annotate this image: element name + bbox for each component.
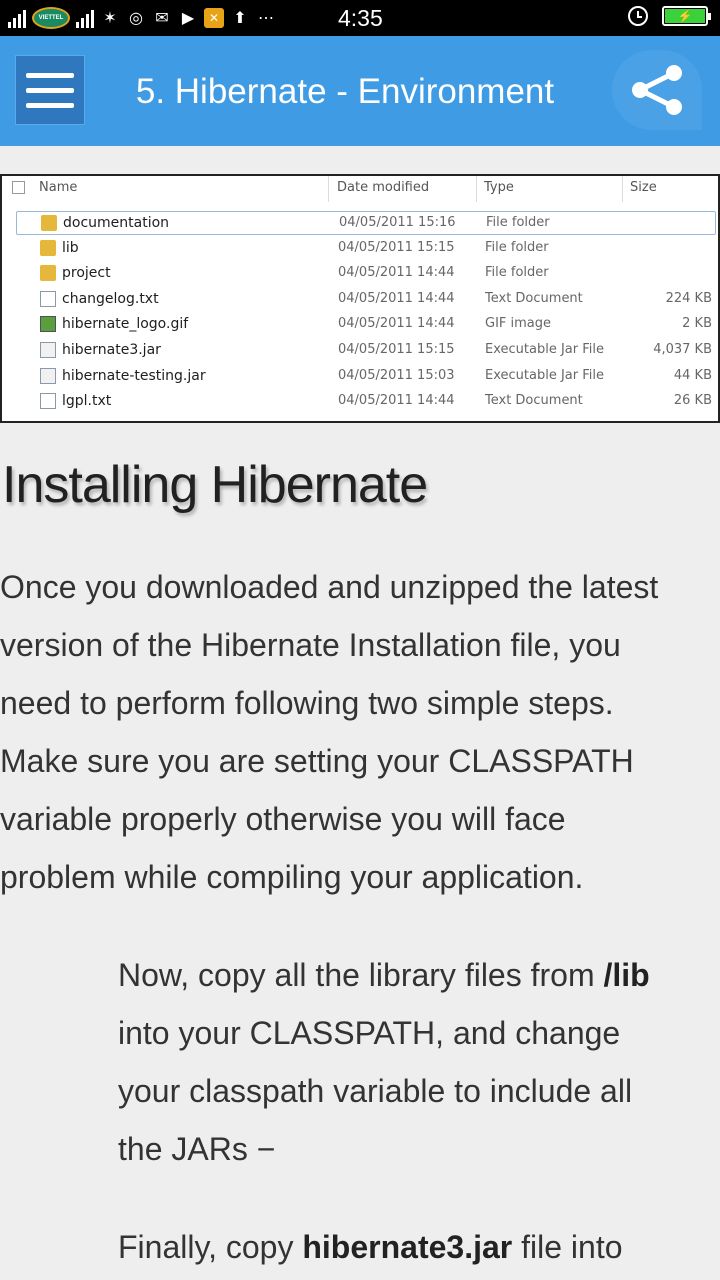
file-row: hibernate-testing.jar 04/05/2011 15:03 Exe… <box>16 365 716 389</box>
status-right-icons: ⚡ <box>628 6 711 26</box>
file-name: project <box>62 265 111 282</box>
file-date: 04/05/2011 15:03 <box>338 367 455 383</box>
paragraph-line: problem while compiling your application… <box>0 859 584 895</box>
file-size: 2 KB <box>682 316 712 332</box>
file-row: lgpl.txt 04/05/2011 14:44 Text Document 26 … <box>16 390 716 414</box>
alarm-icon <box>628 6 648 26</box>
carrier-label: VIETTEL <box>38 15 64 21</box>
share-button[interactable] <box>612 50 702 130</box>
signal-icon <box>8 8 26 28</box>
upload-icon: ⬆ <box>233 10 247 27</box>
step-one: Now, copy all the library files from /li… <box>118 946 718 1178</box>
step-two-text: file into <box>512 1229 623 1265</box>
file-type: Executable Jar File <box>485 342 604 357</box>
paragraph-line: version of the Hibernate Installation fi… <box>0 627 621 663</box>
file-type: Text Document <box>485 393 583 409</box>
file-name: hibernate3.jar <box>62 342 161 358</box>
step-one-line: the JARs − <box>118 1131 276 1167</box>
column-size: Size <box>630 180 657 195</box>
intro-paragraph: Once you downloaded and unzipped the lat… <box>0 558 720 906</box>
file-size: 44 KB <box>673 367 712 383</box>
share-icon <box>632 65 682 115</box>
file-name: hibernate_logo.gif <box>62 316 189 333</box>
file-name: lib <box>62 239 79 256</box>
file-name: hibernate-testing.jar <box>62 367 206 384</box>
paragraph-line: Make sure you are setting your CLASSPATH <box>0 743 634 779</box>
network-icon: ✶ <box>103 10 117 27</box>
section-heading: Installing Hibernate <box>2 456 428 514</box>
signal-2-icon <box>76 8 94 28</box>
file-row: project 04/05/2011 14:44 File folder <box>16 262 716 286</box>
step-one-line: into your CLASSPATH, and change <box>118 1015 621 1051</box>
instagram-icon: ◎ <box>129 10 143 27</box>
file-explorer-image: Name Date modified Type Size documentati… <box>0 174 720 423</box>
file-date: 04/05/2011 15:16 <box>339 215 456 230</box>
file-type: Executable Jar File <box>485 367 604 383</box>
file-date: 04/05/2011 15:15 <box>338 342 455 357</box>
folder-icon <box>40 239 56 256</box>
lib-path: /lib <box>603 957 650 993</box>
file-name: lgpl.txt <box>62 393 112 410</box>
hamburger-menu-icon-bar <box>26 87 74 93</box>
file-date: 04/05/2011 14:44 <box>338 316 455 332</box>
mail-icon: ✉ <box>155 10 169 27</box>
hamburger-menu-icon-bar <box>26 102 74 108</box>
doc-icon <box>40 290 56 307</box>
step-two-text: Finally, copy <box>118 1229 303 1265</box>
paragraph-line: need to perform following two simple ste… <box>0 685 614 721</box>
file-type: File folder <box>485 239 549 255</box>
file-row: hibernate_logo.gif 04/05/2011 14:44 GIF im… <box>16 313 716 337</box>
folder-icon <box>41 215 57 231</box>
file-name: changelog.txt <box>62 290 159 307</box>
status-time: 4:35 <box>338 5 383 31</box>
file-date: 04/05/2011 15:15 <box>338 239 455 255</box>
jar-filename: hibernate3.jar <box>302 1229 513 1265</box>
more-icon: ⋯ <box>258 10 274 27</box>
file-type: Text Document <box>485 290 583 306</box>
app-bar: 5. Hibernate - Environment <box>0 36 720 146</box>
file-size: 224 KB <box>665 290 712 306</box>
battery-charging-icon: ⚡ <box>665 9 705 23</box>
app-notification-icon: ✕ <box>204 8 224 28</box>
step-one-line: Now, copy all the library files from /li… <box>118 946 718 1004</box>
file-date: 04/05/2011 14:44 <box>338 265 455 281</box>
file-date: 04/05/2011 14:44 <box>338 393 455 409</box>
doc-icon <box>40 393 56 410</box>
file-name: documentation <box>63 215 170 231</box>
step-two: Finally, copy hibernate3.jar file into <box>118 1218 718 1276</box>
explorer-header: Name Date modified Type Size <box>2 176 718 202</box>
file-row: lib 04/05/2011 15:15 File folder <box>16 237 716 261</box>
gif-icon <box>40 316 56 333</box>
paragraph-line: variable properly otherwise you will fac… <box>0 801 566 837</box>
jar-icon <box>40 342 56 358</box>
file-date: 04/05/2011 14:44 <box>338 290 455 306</box>
select-all-checkbox <box>12 181 25 194</box>
paragraph-line: Once you downloaded and unzipped the lat… <box>0 569 659 605</box>
file-type: GIF image <box>485 316 552 332</box>
step-one-line: your classpath variable to include all <box>118 1073 633 1109</box>
battery-icon: ⚡ <box>662 6 711 26</box>
play-icon: ▶ <box>181 10 195 27</box>
file-row: changelog.txt 04/05/2011 14:44 Text Docume… <box>16 288 716 312</box>
menu-button[interactable] <box>15 55 85 125</box>
folder-icon <box>40 265 56 282</box>
jar-icon <box>40 367 56 384</box>
column-date: Date modified <box>337 180 430 195</box>
page-title: 5. Hibernate - Environment <box>135 72 555 111</box>
carrier-logo: VIETTEL <box>32 7 70 29</box>
status-bar: VIETTEL ✶ ◎ ✉ ▶ ✕ ⬆ ⋯ 4:35 ⚡ <box>0 0 720 36</box>
file-type: File folder <box>486 215 550 230</box>
status-left-icons: VIETTEL ✶ ◎ ✉ ▶ ✕ ⬆ ⋯ <box>8 0 276 36</box>
file-row: hibernate3.jar 04/05/2011 15:15 Executable… <box>16 339 716 363</box>
column-name: Name <box>39 180 78 195</box>
step-one-text: Now, copy all the library files from <box>118 957 604 993</box>
file-type: File folder <box>485 265 549 281</box>
step-two-line: Finally, copy hibernate3.jar file into <box>118 1218 718 1276</box>
file-row: documentation 04/05/2011 15:16 File folder <box>16 211 716 235</box>
hamburger-menu-icon <box>26 72 74 78</box>
file-size: 4,037 KB <box>653 342 712 357</box>
file-size: 26 KB <box>673 393 712 409</box>
column-type: Type <box>484 180 514 195</box>
